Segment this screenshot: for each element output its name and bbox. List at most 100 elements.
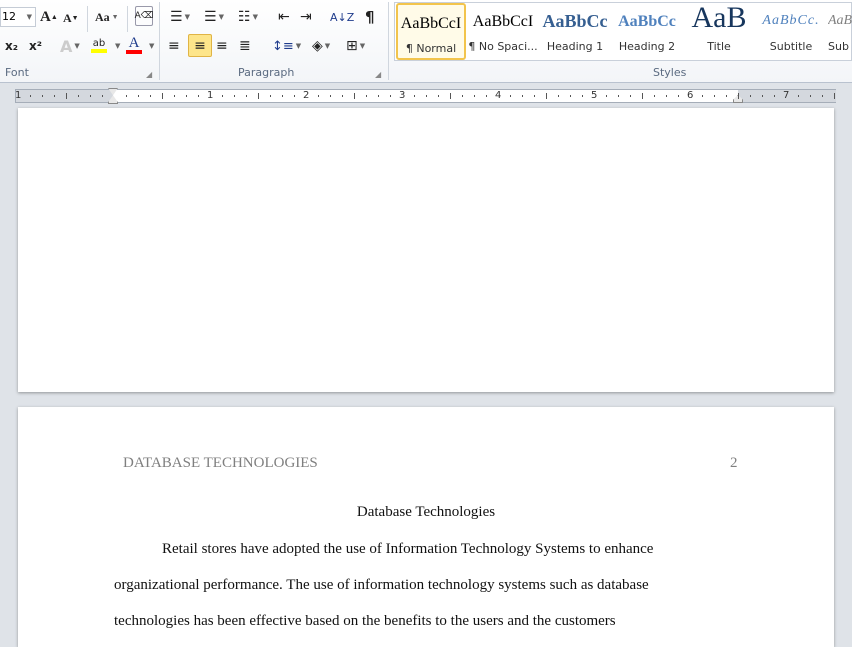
line-spacing-icon[interactable]: ↕≡ ▼ <box>272 36 301 56</box>
ruler-tick <box>414 95 415 97</box>
font-color-button[interactable]: A <box>126 34 142 54</box>
body-line: Retail stores have adopted the use of In… <box>162 541 654 557</box>
font-size-combo[interactable]: 12 ▼ <box>0 7 36 27</box>
borders-icon[interactable]: ⊞ ▼ <box>346 36 365 56</box>
justify-icon[interactable]: ≣ <box>239 36 251 56</box>
ruler-tick <box>66 93 67 99</box>
header-page-number: 2 <box>730 455 738 471</box>
style-subtitle[interactable]: AaBbCc. Subtitle <box>756 3 826 60</box>
ruler-tick <box>186 95 187 97</box>
ruler-tick <box>606 95 607 97</box>
ruler-tick <box>318 95 319 97</box>
ruler-tick <box>294 95 295 97</box>
ruler-tick <box>714 95 715 97</box>
ruler-tick <box>522 95 523 97</box>
ruler-tick <box>126 95 127 97</box>
ruler-tick <box>54 95 55 97</box>
show-marks-button[interactable]: ¶ <box>365 7 375 27</box>
ruler-tick <box>342 95 343 97</box>
ruler-tick <box>486 95 487 97</box>
ruler-tick <box>90 95 91 97</box>
font-group-label: Font <box>5 66 29 79</box>
shading-icon[interactable]: ◈ ▼ <box>312 36 330 56</box>
ruler-tick <box>558 95 559 97</box>
style-title[interactable]: AaB Title <box>684 1 754 60</box>
ruler-tick <box>354 93 355 99</box>
ruler-tick <box>570 95 571 97</box>
ruler-tick <box>546 93 547 99</box>
style-subtle-emphasis[interactable]: AaBbCcSub <box>828 3 852 60</box>
ruler-tick <box>474 95 475 97</box>
clear-formatting-icon[interactable]: A⌫ <box>135 6 153 26</box>
ruler-tick <box>162 93 163 99</box>
style-normal[interactable]: AaBbCcI ¶ Normal <box>396 3 466 60</box>
ruler-tick <box>138 95 139 97</box>
chevron-down-icon[interactable]: ▼ <box>115 42 120 50</box>
horizontal-ruler[interactable]: 1 1 2 3 4 5 6 7 <box>15 88 836 104</box>
numbering-icon[interactable]: ☰ ▼ <box>204 7 224 27</box>
subscript-button[interactable]: x₂ <box>5 36 18 56</box>
document-title: Database Technologies <box>356 504 496 520</box>
ruler-tick <box>78 95 79 97</box>
ruler-tick <box>774 95 775 97</box>
ruler-tick <box>630 95 631 97</box>
ruler-tick <box>438 95 439 97</box>
ruler-tick <box>426 95 427 97</box>
ruler-tick <box>30 95 31 97</box>
ruler-tick <box>282 95 283 97</box>
superscript-button[interactable]: x² <box>29 36 42 56</box>
ruler-tick <box>390 95 391 97</box>
ruler-tick <box>762 95 763 97</box>
ruler-tick <box>198 95 199 97</box>
ruler-tick <box>102 95 103 97</box>
ruler-tick <box>330 95 331 97</box>
change-case-button[interactable]: Aa ▼ <box>95 7 119 27</box>
body-line: organizational performance. The use of i… <box>114 577 649 593</box>
increase-indent-icon[interactable]: ⇥ <box>300 7 312 27</box>
ruler-tick <box>582 95 583 97</box>
align-right-icon[interactable]: ≡ <box>216 36 228 56</box>
font-size-value: 12 <box>2 10 16 23</box>
ruler-tick <box>450 93 451 99</box>
chevron-down-icon[interactable]: ▼ <box>149 42 154 50</box>
ruler-tick <box>834 93 835 99</box>
align-center-icon[interactable]: ≡ <box>188 34 212 57</box>
ruler-tick <box>246 95 247 97</box>
dialog-launcher-icon[interactable]: ◢ <box>146 70 152 79</box>
style-heading-2[interactable]: AaBbCc Heading 2 <box>612 3 682 60</box>
highlight-button[interactable]: ab <box>91 35 107 55</box>
body-line: technologies has been effective based on… <box>114 613 616 629</box>
ruler-tick <box>534 95 535 97</box>
ruler-tick <box>678 95 679 97</box>
styles-gallery: AaBbCcI ¶ Normal AaBbCcI ¶ No Spaci... AaB… <box>394 1 852 61</box>
document-page-1[interactable] <box>18 108 834 392</box>
ruler-tick <box>150 95 151 97</box>
bullets-icon[interactable]: ☰ ▼ <box>170 7 190 27</box>
ruler-tick <box>222 95 223 97</box>
ruler-tick <box>738 93 739 99</box>
document-page-2[interactable]: DATABASE TECHNOLOGIES 2 Database Technol… <box>18 407 834 647</box>
ruler-tick <box>810 95 811 97</box>
ruler-tick <box>726 95 727 97</box>
dialog-launcher-icon[interactable]: ◢ <box>375 70 381 79</box>
ruler-tick <box>42 95 43 97</box>
ruler-tick <box>366 95 367 97</box>
styles-group-label: Styles <box>653 66 687 79</box>
text-effects-button[interactable]: A ▼ <box>60 36 80 56</box>
chevron-down-icon[interactable]: ▼ <box>27 13 32 21</box>
shrink-font-button[interactable]: A ▼ <box>63 8 79 28</box>
align-left-icon[interactable]: ≡ <box>168 36 180 56</box>
ruler-tick <box>642 93 643 99</box>
multilevel-list-icon[interactable]: ☷ ▼ <box>238 7 258 27</box>
ruler-tick <box>750 95 751 97</box>
grow-font-button[interactable]: A ▲ <box>40 7 58 27</box>
ruler-tick <box>510 95 511 97</box>
ruler-tick <box>822 95 823 97</box>
ruler-tick <box>618 95 619 97</box>
header-title: DATABASE TECHNOLOGIES <box>123 455 318 471</box>
sort-button[interactable]: A↓Z <box>330 7 354 27</box>
style-no-spacing[interactable]: AaBbCcI ¶ No Spaci... <box>468 3 538 60</box>
decrease-indent-icon[interactable]: ⇤ <box>278 7 290 27</box>
ruler-tick <box>798 95 799 97</box>
style-heading-1[interactable]: AaBbCc Heading 1 <box>540 3 610 60</box>
